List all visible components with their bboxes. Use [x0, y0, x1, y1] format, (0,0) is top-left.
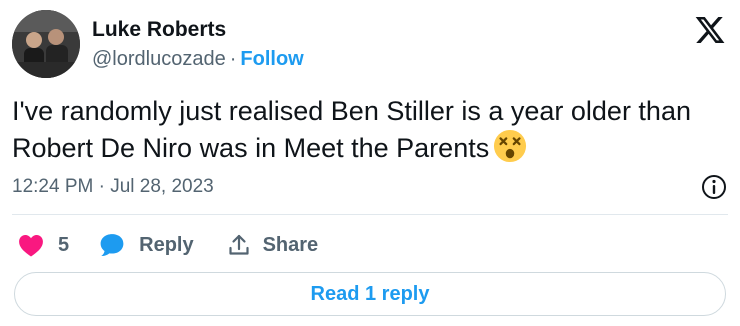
read-replies-button[interactable]: Read 1 reply — [14, 272, 726, 316]
tweet-timestamp[interactable]: 12:24 PM · Jul 28, 2023 — [12, 176, 214, 198]
tweet-text: I've randomly just realised Ben Stiller … — [12, 93, 727, 166]
tweet-card: Luke Roberts @lordlucozade · Follow I've… — [0, 0, 740, 326]
share-button[interactable]: Share — [227, 233, 319, 257]
like-count: 5 — [58, 233, 70, 256]
avatar[interactable] — [12, 10, 80, 78]
author-name[interactable]: Luke Roberts — [92, 18, 226, 42]
info-icon[interactable] — [700, 173, 728, 201]
x-logo-icon[interactable] — [694, 14, 726, 46]
like-button[interactable]: 5 — [18, 233, 69, 257]
reply-button[interactable]: Reply — [99, 233, 194, 257]
author-handle[interactable]: @lordlucozade — [92, 48, 226, 71]
share-icon — [228, 234, 249, 255]
heart-icon — [19, 235, 43, 257]
follow-button[interactable]: Follow — [240, 48, 303, 71]
read-replies-label: Read 1 reply — [310, 282, 430, 305]
astonished-face-emoji-icon — [494, 129, 527, 163]
reply-label: Reply — [139, 233, 194, 256]
reply-bubble-icon — [100, 234, 124, 256]
meta-separator: · — [229, 48, 237, 70]
action-bar: 5 Reply Share — [12, 229, 318, 261]
share-label: Share — [262, 233, 319, 256]
author-meta: @lordlucozade · Follow — [92, 48, 304, 71]
tweet-text-content: I've randomly just realised Ben Stiller … — [12, 96, 691, 163]
divider — [12, 214, 728, 215]
